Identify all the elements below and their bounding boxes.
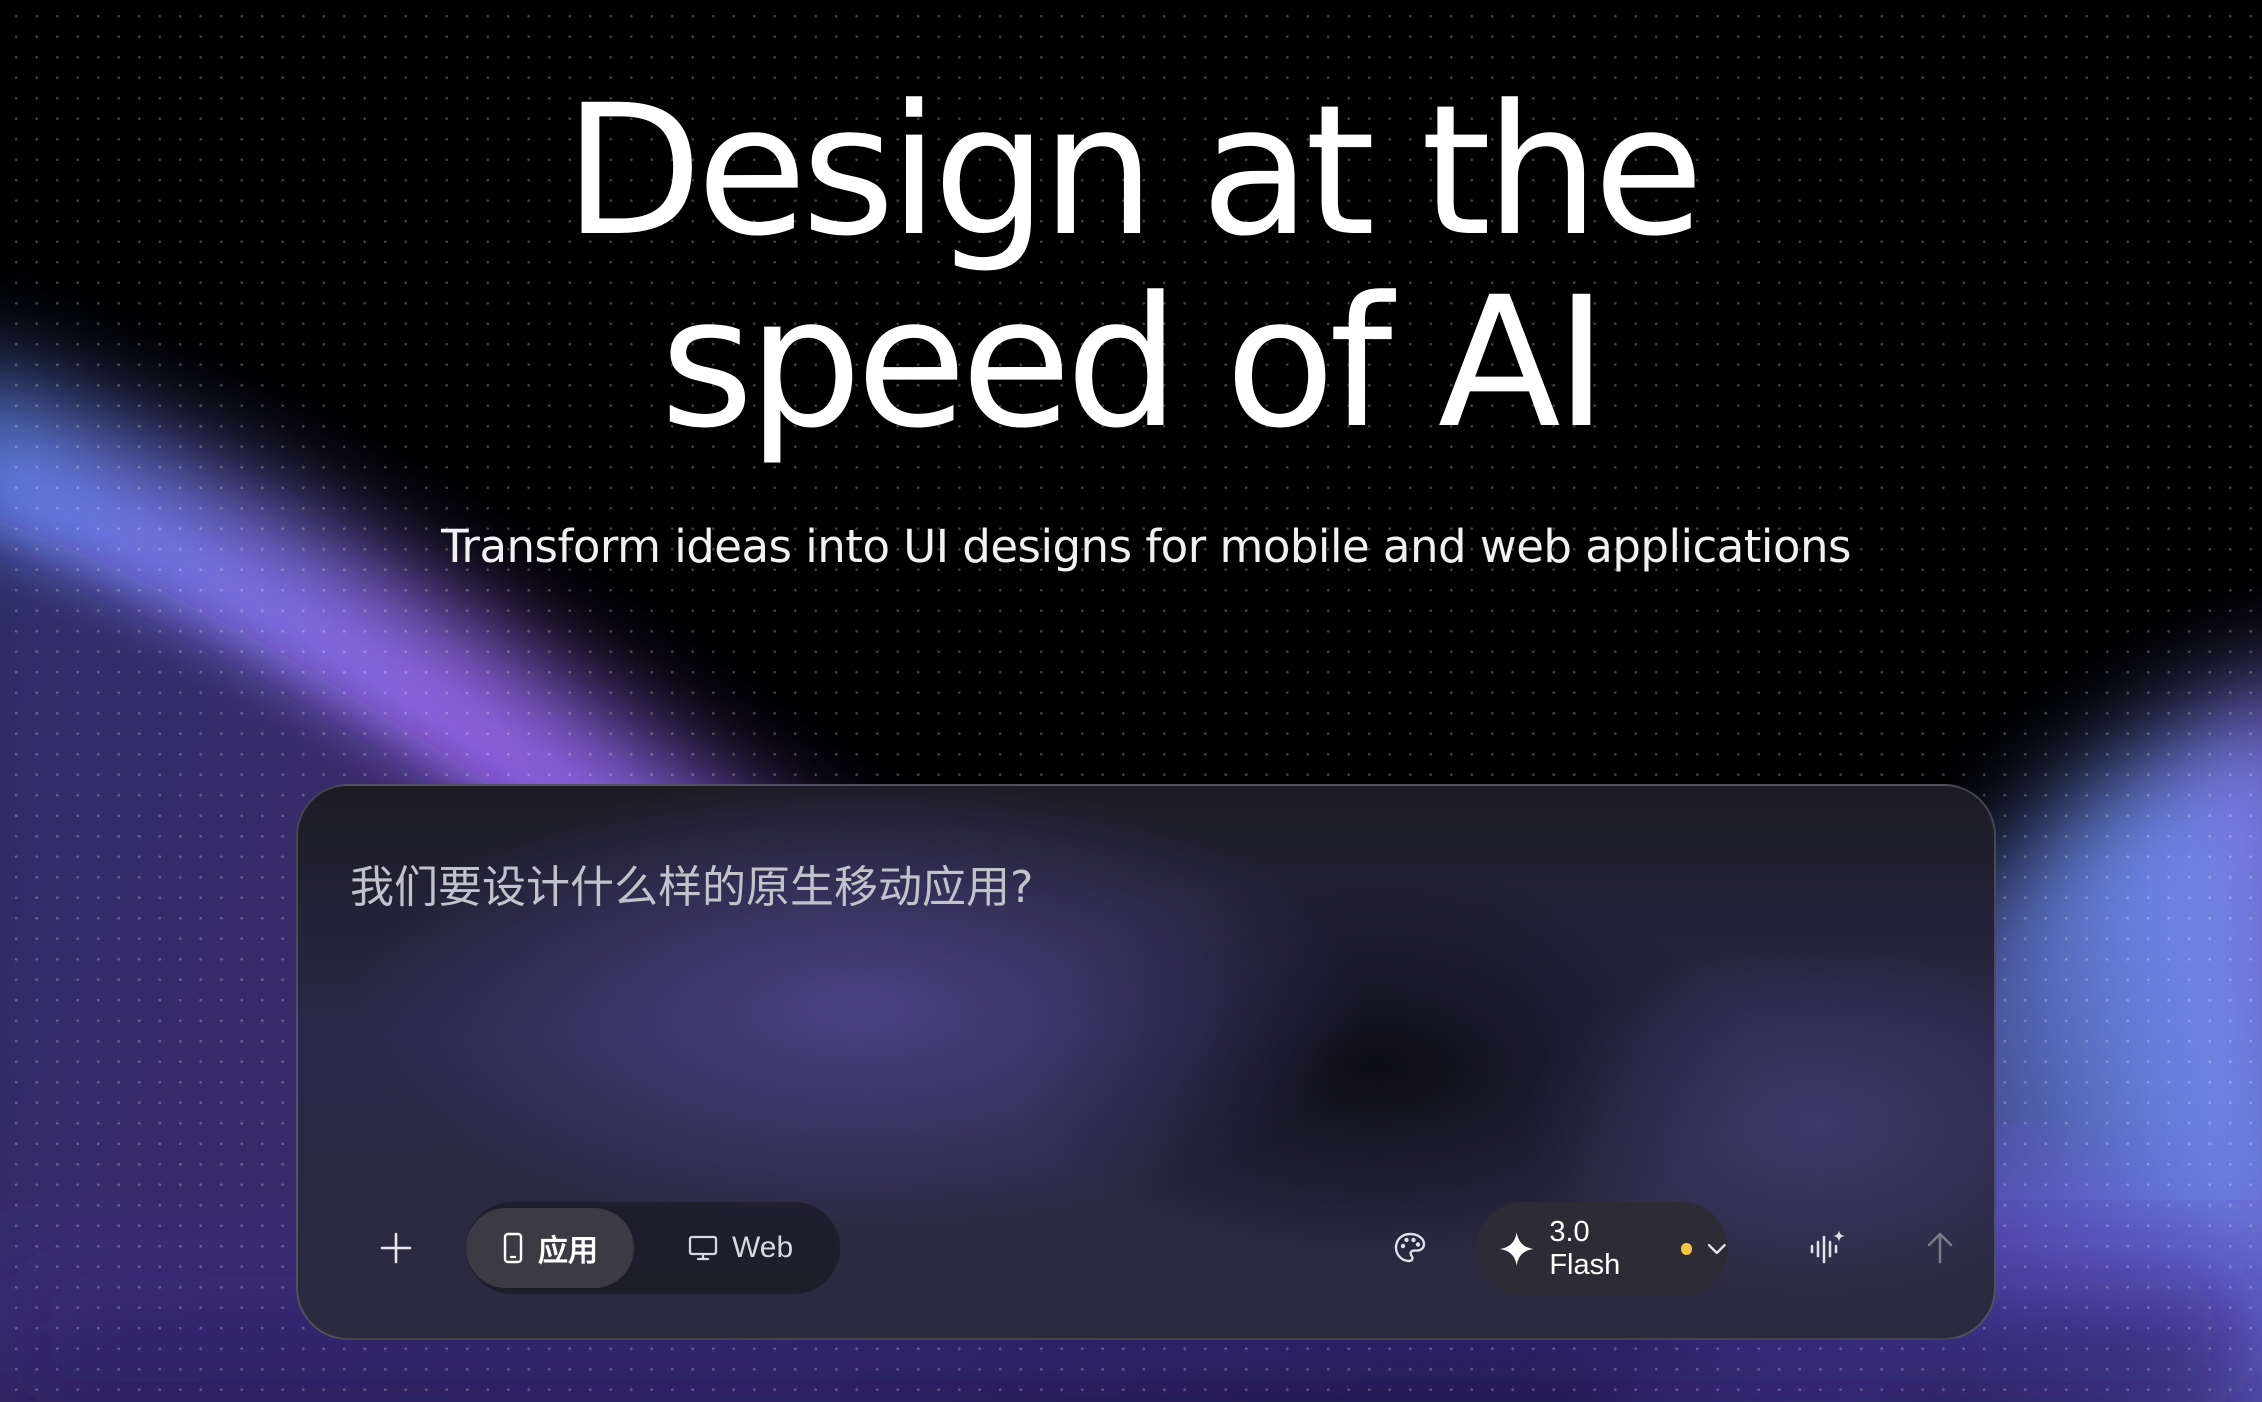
add-attachment-button[interactable] [356,1208,436,1288]
platform-toggle: 应用 Web [466,1202,840,1294]
prompt-toolbar: 应用 Web 3.0 Flash [298,1202,1994,1296]
hero-title-line1: Design at the [563,67,1704,276]
send-button[interactable] [1900,1208,1980,1288]
hero-subtitle: Transform ideas into UI designs for mobi… [441,520,1851,573]
platform-option-label: Web [732,1231,794,1264]
arrow-up-icon [1927,1232,1953,1264]
theme-button[interactable] [1370,1208,1450,1288]
phone-icon [503,1232,523,1264]
platform-option-web[interactable]: Web [652,1208,829,1288]
voice-sparkle-icon [1810,1230,1845,1264]
hero-title: Design at the speed of AI [0,76,2262,460]
model-selector[interactable]: 3.0 Flash [1476,1202,1728,1296]
model-label: 3.0 Flash [1549,1216,1621,1281]
sparkle-icon [1499,1232,1534,1266]
voice-input-button[interactable] [1788,1208,1868,1288]
model-status-dot [1680,1243,1693,1255]
platform-option-label: 应用 [538,1235,598,1268]
chevron-down-icon [1708,1243,1727,1255]
plus-icon [380,1232,412,1264]
hero-title-line2: speed of AI [660,259,1608,468]
monitor-icon [688,1235,718,1261]
prompt-card: 应用 Web [296,784,1996,1340]
landing-page: Design at the speed of AI Transform idea… [0,0,2262,1402]
prompt-input[interactable] [348,846,1932,928]
platform-option-app[interactable]: 应用 [466,1208,634,1288]
palette-icon [1394,1232,1426,1263]
